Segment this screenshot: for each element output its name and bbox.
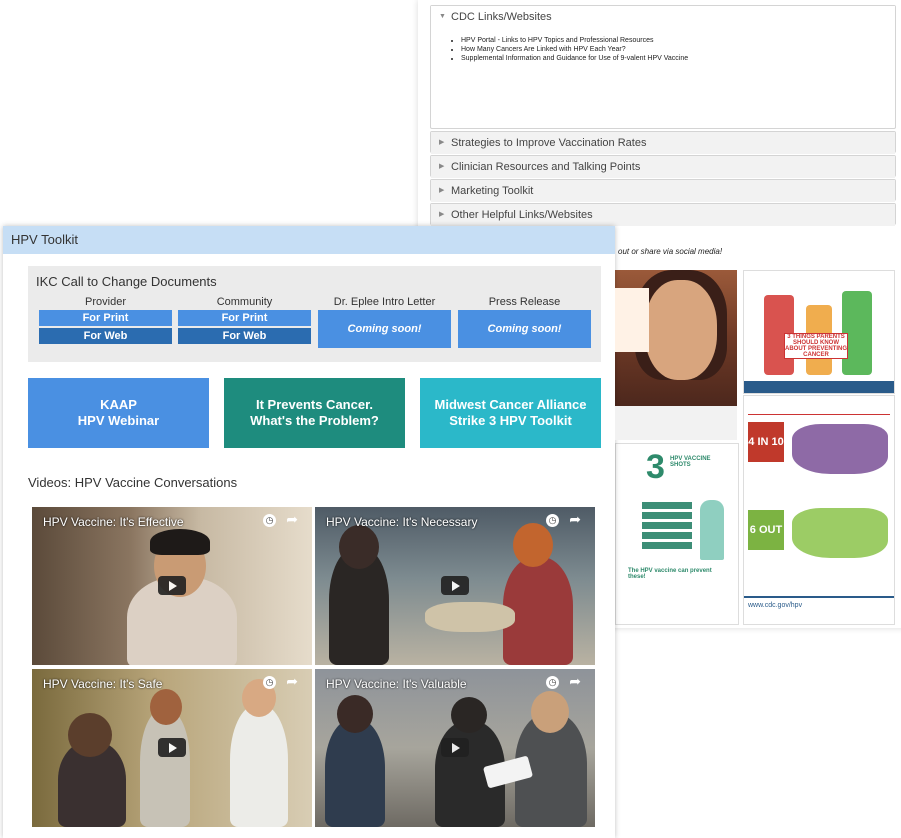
poster-stat: 6 OUT OF 10 bbox=[748, 510, 784, 576]
poster-girl-image[interactable] bbox=[615, 270, 737, 440]
cdc-link[interactable]: HPV Portal - Links to HPV Topics and Pro… bbox=[461, 36, 895, 45]
watch-later-icon[interactable]: ◷ bbox=[546, 514, 559, 527]
doc-column-press-release: Press Release Coming soon! bbox=[458, 294, 591, 348]
prevents-cancer-button[interactable]: It Prevents Cancer. What's the Problem? bbox=[224, 378, 405, 448]
accordion-marketing-toolkit[interactable]: ▶ Marketing Toolkit bbox=[430, 179, 896, 202]
video-title: HPV Vaccine: It's Valuable bbox=[326, 677, 467, 691]
accordion-title: Other Helpful Links/Websites bbox=[451, 209, 593, 221]
poster-caption: HPV VACCINE SHOTS bbox=[670, 456, 711, 468]
ikc-title: IKC Call to Change Documents bbox=[36, 274, 217, 289]
doc-column-provider: Provider For Print For Web bbox=[39, 294, 172, 344]
column-heading: Community bbox=[216, 296, 273, 308]
accordion-header-cdc-links[interactable]: ▼ CDC Links/Websites bbox=[431, 6, 895, 28]
poster-stat: 4 IN 10 bbox=[748, 422, 784, 462]
share-icon[interactable]: ➦ bbox=[569, 673, 581, 690]
accordion-title: Strategies to Improve Vaccination Rates bbox=[451, 137, 647, 149]
watch-later-icon[interactable]: ◷ bbox=[263, 514, 276, 527]
kaap-webinar-button[interactable]: KAAP HPV Webinar bbox=[28, 378, 209, 448]
ikc-documents-box: IKC Call to Change Documents Provider Fo… bbox=[28, 266, 601, 362]
button-line: It Prevents Cancer. bbox=[255, 397, 374, 412]
share-icon[interactable]: ➦ bbox=[569, 511, 581, 528]
doc-column-intro-letter: Dr. Eplee Intro Letter Coming soon! bbox=[318, 294, 451, 348]
accordion-title: CDC Links/Websites bbox=[451, 11, 552, 23]
button-line: Midwest Cancer Alliance bbox=[434, 397, 587, 412]
poster-caption: 3 THINGS PARENTS SHOULD KNOW ABOUT PREVE… bbox=[784, 333, 848, 359]
poster-vaccine-shots-image[interactable]: 3 HPV VACCINE SHOTS The HPV vaccine can … bbox=[615, 443, 739, 625]
provider-print-button[interactable]: For Print bbox=[39, 310, 172, 326]
column-heading: Provider bbox=[85, 296, 126, 308]
cdc-link-list: HPV Portal - Links to HPV Topics and Pro… bbox=[461, 36, 895, 63]
poster-footer: The HPV vaccine can prevent these! bbox=[628, 568, 712, 580]
panel-title: HPV Toolkit bbox=[3, 226, 615, 254]
cdc-link[interactable]: How Many Cancers Are Linked with HPV Eac… bbox=[461, 45, 895, 54]
accordion-cdc-links: ▼ CDC Links/Websites HPV Portal - Links t… bbox=[430, 5, 896, 129]
chevron-right-icon: ▶ bbox=[439, 211, 445, 219]
video-title: HPV Vaccine: It's Necessary bbox=[326, 515, 478, 529]
column-heading: Dr. Eplee Intro Letter bbox=[333, 296, 436, 308]
chevron-down-icon: ▼ bbox=[439, 13, 446, 21]
play-icon[interactable] bbox=[441, 576, 469, 595]
video-necessary[interactable]: HPV Vaccine: It's Necessary ◷ ➦ bbox=[315, 507, 595, 665]
accordion-strategies[interactable]: ▶ Strategies to Improve Vaccination Rates bbox=[430, 131, 896, 154]
chevron-right-icon: ▶ bbox=[439, 187, 445, 195]
accordion-other-links[interactable]: ▶ Other Helpful Links/Websites bbox=[430, 203, 896, 226]
watch-later-icon[interactable]: ◷ bbox=[546, 676, 559, 689]
chevron-right-icon: ▶ bbox=[439, 139, 445, 147]
video-valuable[interactable]: HPV Vaccine: It's Valuable ◷ ➦ bbox=[315, 669, 595, 827]
button-line: Strike 3 HPV Toolkit bbox=[449, 413, 572, 428]
poster-url: www.cdc.gov/hpv bbox=[748, 602, 803, 609]
midwest-cancer-alliance-button[interactable]: Midwest Cancer Alliance Strike 3 HPV Tool… bbox=[420, 378, 601, 448]
watch-later-icon[interactable]: ◷ bbox=[263, 676, 276, 689]
doc-column-community: Community For Print For Web bbox=[178, 294, 311, 344]
press-release-button[interactable]: Coming soon! bbox=[458, 310, 591, 348]
accordion-title: Clinician Resources and Talking Points bbox=[451, 161, 641, 173]
hpv-toolkit-panel: HPV Toolkit IKC Call to Change Documents… bbox=[3, 226, 615, 838]
videos-heading: Videos: HPV Vaccine Conversations bbox=[28, 475, 238, 490]
column-heading: Press Release bbox=[488, 296, 561, 308]
button-line: KAAP bbox=[100, 397, 137, 412]
community-web-button[interactable]: For Web bbox=[178, 328, 311, 344]
video-title: HPV Vaccine: It's Safe bbox=[43, 677, 163, 691]
poster-three-things-image[interactable]: 3 THINGS PARENTS SHOULD KNOW ABOUT PREVE… bbox=[743, 270, 895, 394]
play-icon[interactable] bbox=[441, 738, 469, 757]
intro-letter-button[interactable]: Coming soon! bbox=[318, 310, 451, 348]
button-line: What's the Problem? bbox=[250, 413, 379, 428]
provider-web-button[interactable]: For Web bbox=[39, 328, 172, 344]
accordion-clinician-resources[interactable]: ▶ Clinician Resources and Talking Points bbox=[430, 155, 896, 178]
poster-maps-image[interactable]: 4 IN 10 6 OUT OF 10 www.cdc.gov/hpv bbox=[743, 395, 895, 625]
accordion-title: Marketing Toolkit bbox=[451, 185, 534, 197]
share-icon[interactable]: ➦ bbox=[286, 673, 298, 690]
video-effective[interactable]: HPV Vaccine: It's Effective ◷ ➦ bbox=[32, 507, 312, 665]
button-line: HPV Webinar bbox=[77, 413, 160, 428]
video-safe[interactable]: HPV Vaccine: It's Safe ◷ ➦ bbox=[32, 669, 312, 827]
play-icon[interactable] bbox=[158, 738, 186, 757]
community-print-button[interactable]: For Print bbox=[178, 310, 311, 326]
play-icon[interactable] bbox=[158, 576, 186, 595]
video-title: HPV Vaccine: It's Effective bbox=[43, 515, 184, 529]
share-icon[interactable]: ➦ bbox=[286, 511, 298, 528]
social-media-text: out or share via social media! bbox=[618, 247, 723, 256]
cdc-link[interactable]: Supplemental Information and Guidance fo… bbox=[461, 54, 895, 63]
chevron-right-icon: ▶ bbox=[439, 163, 445, 171]
